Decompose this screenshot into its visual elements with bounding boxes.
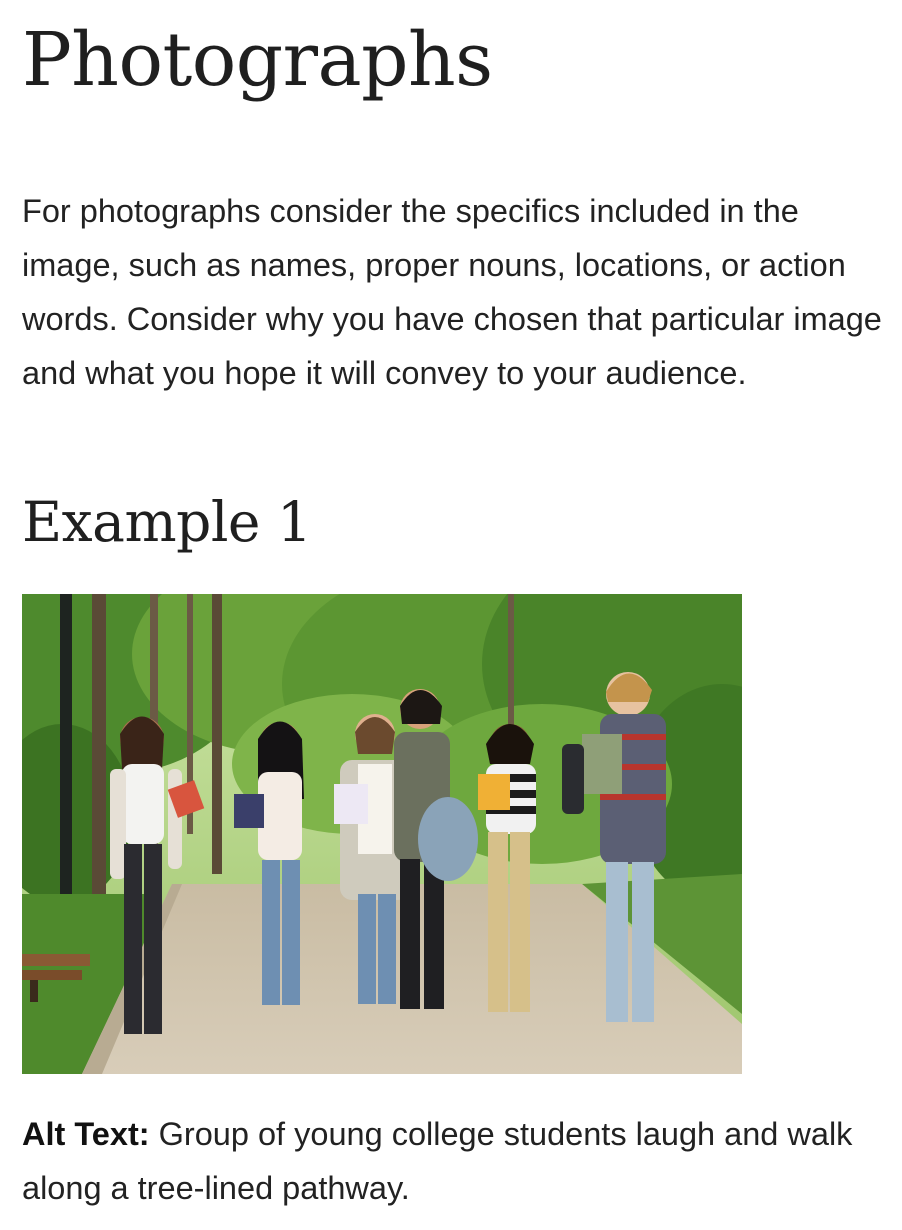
alt-text-label: Alt Text: <box>22 1116 150 1152</box>
example-heading: Example 1 <box>22 490 312 554</box>
students-photo <box>22 594 742 1074</box>
intro-paragraph: For photographs consider the specifics i… <box>22 193 882 391</box>
page-content: Photographs For photographs consider the… <box>0 0 902 1230</box>
alt-text-caption: Alt Text: Group of young college student… <box>22 1107 882 1215</box>
students-photo-illustration <box>22 594 742 1074</box>
page-title: Photographs <box>22 17 493 103</box>
